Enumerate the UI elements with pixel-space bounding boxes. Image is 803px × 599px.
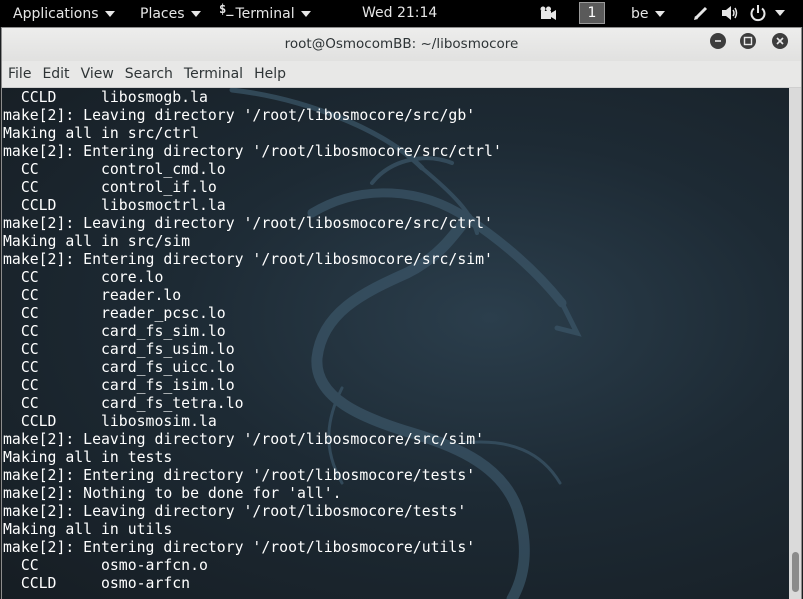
terminal-line: make[2]: Nothing to be done for 'all'.	[3, 485, 342, 502]
terminal-window: root@OsmocomBB: ~/libosmocore File Edit …	[1, 27, 802, 599]
terminal-scrollbar[interactable]	[789, 88, 801, 599]
places-label: Places	[140, 5, 185, 22]
close-button[interactable]	[772, 33, 788, 49]
maximize-button[interactable]	[740, 33, 756, 49]
terminal-app-menu[interactable]: $_ Terminal	[219, 0, 311, 27]
chevron-down-icon	[654, 10, 665, 17]
places-menu[interactable]: Places	[140, 0, 201, 27]
terminal-line: Making all in tests	[3, 449, 173, 466]
menu-terminal[interactable]: Terminal	[179, 66, 248, 82]
menubar: File Edit View Search Terminal Help	[2, 61, 801, 88]
terminal-line: make[2]: Leaving directory '/root/libosm…	[3, 215, 493, 232]
chevron-down-icon	[190, 10, 201, 17]
workspace-indicator[interactable]: 1	[579, 2, 605, 24]
terminal-line: make[2]: Leaving directory '/root/libosm…	[3, 431, 485, 448]
terminal-lines: CCLD libosmogb.la make[2]: Leaving direct…	[3, 89, 502, 593]
volume-icon[interactable]	[721, 5, 739, 21]
terminal-line: CC reader.lo	[3, 287, 182, 304]
window-title: root@OsmocomBB: ~/libosmocore	[284, 36, 519, 52]
menu-file[interactable]: File	[3, 66, 36, 82]
maximize-icon	[743, 36, 753, 46]
terminal-line: Making all in src/ctrl	[3, 125, 199, 142]
terminal-line: CCLD osmo-arfcn	[3, 575, 191, 592]
terminal-line: CC card_fs_sim.lo	[3, 323, 226, 340]
video-icon[interactable]	[538, 6, 557, 21]
terminal-line: make[2]: Entering directory '/root/libos…	[3, 143, 502, 160]
terminal-line: make[2]: Leaving directory '/root/libosm…	[3, 107, 476, 124]
terminal-line: CC osmo-arfcn.o	[3, 557, 208, 574]
terminal-line: CC control_cmd.lo	[3, 161, 226, 178]
terminal-app-label: Terminal	[235, 5, 295, 22]
terminal-line: make[2]: Entering directory '/root/libos…	[3, 251, 493, 268]
minimize-icon	[715, 40, 721, 42]
terminal-line: make[2]: Entering directory '/root/libos…	[3, 539, 476, 556]
terminal-icon: $_	[219, 1, 234, 16]
chevron-down-icon	[300, 10, 311, 17]
terminal-line: Making all in utils	[3, 521, 173, 538]
terminal-line: CC card_fs_tetra.lo	[3, 395, 244, 412]
terminal-line: CC control_if.lo	[3, 179, 217, 196]
menu-edit[interactable]: Edit	[37, 66, 74, 82]
terminal-line: CCLD libosmogb.la	[3, 89, 208, 106]
terminal-line: make[2]: Leaving directory '/root/libosm…	[3, 503, 467, 520]
terminal-output[interactable]: CCLD libosmogb.la make[2]: Leaving direct…	[2, 88, 789, 599]
menu-search[interactable]: Search	[120, 66, 178, 82]
terminal-line: CC card_fs_uicc.lo	[3, 359, 235, 376]
terminal-line: CC core.lo	[3, 269, 164, 286]
terminal-line: CCLD libosmosim.la	[3, 413, 217, 430]
scrollbar-thumb[interactable]	[792, 552, 799, 592]
terminal-line: make[2]: Entering directory '/root/libos…	[3, 467, 476, 484]
chevron-down-icon	[104, 10, 115, 17]
chevron-down-icon[interactable]	[775, 10, 785, 16]
terminal-line: Making all in src/sim	[3, 233, 191, 250]
close-icon	[776, 37, 784, 45]
terminal-line: CC reader_pcsc.lo	[3, 305, 226, 322]
minimize-button[interactable]	[710, 33, 726, 49]
window-titlebar[interactable]: root@OsmocomBB: ~/libosmocore	[2, 28, 801, 61]
pen-icon[interactable]	[693, 5, 709, 21]
keyboard-layout-label: be	[631, 5, 649, 22]
terminal-line: CC card_fs_usim.lo	[3, 341, 235, 358]
menu-help[interactable]: Help	[249, 66, 291, 82]
clock[interactable]: Wed 21:14	[362, 0, 437, 27]
terminal-line: CCLD libosmoctrl.la	[3, 197, 226, 214]
applications-label: Applications	[13, 5, 99, 22]
keyboard-layout-menu[interactable]: be	[631, 0, 665, 27]
power-icon[interactable]	[749, 4, 767, 22]
applications-menu[interactable]: Applications	[13, 0, 115, 27]
menu-view[interactable]: View	[76, 66, 119, 82]
top-panel: Applications Places $_ Terminal Wed 21:1…	[0, 0, 803, 27]
terminal-line: CC card_fs_isim.lo	[3, 377, 235, 394]
